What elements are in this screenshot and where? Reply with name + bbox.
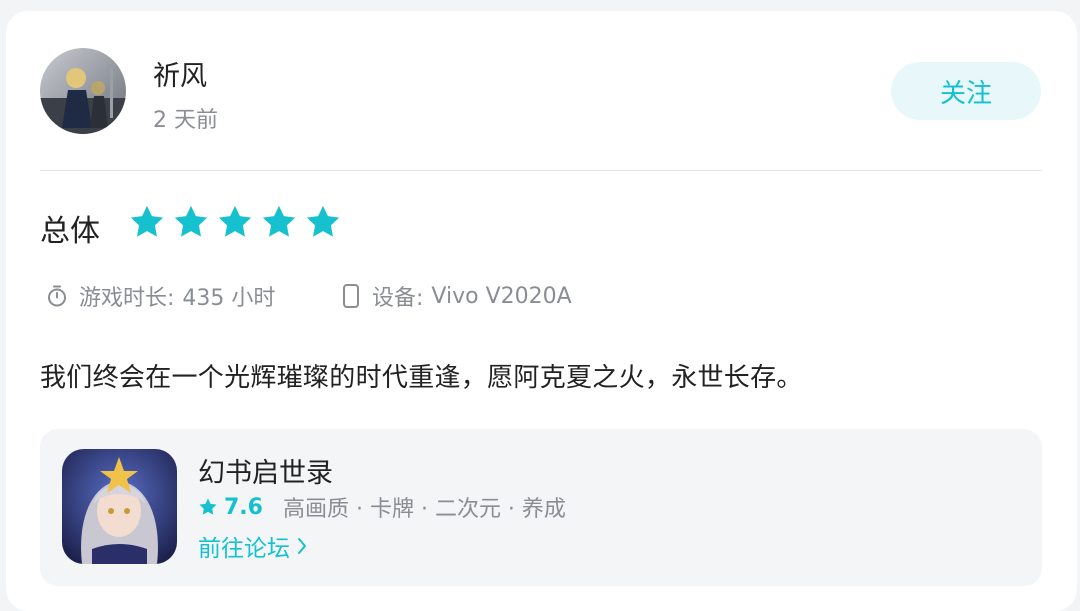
chevron-right-icon — [298, 538, 306, 554]
star-icon — [262, 205, 296, 237]
game-title[interactable]: 幻书启世录 — [198, 451, 333, 490]
overall-rating-label: 总体 — [40, 214, 100, 249]
star-icon — [174, 205, 208, 237]
playtime-label: 游戏时长: — [79, 286, 175, 311]
star-icon — [306, 205, 340, 237]
playtime-info: 游戏时长: 435 小时 — [45, 280, 275, 312]
user-avatar[interactable] — [40, 48, 126, 134]
game-score: 7.6 — [224, 494, 263, 520]
star-rating — [128, 203, 342, 241]
username[interactable]: 祈风 — [153, 54, 207, 93]
game-card[interactable]: 幻书启世录 7.6 高画质 · 卡牌 · 二次元 · 养成 前往论坛 — [40, 429, 1042, 586]
playtime-value: 435 小时 — [182, 286, 276, 311]
star-icon — [218, 205, 252, 237]
device-value: Vivo V2020A — [431, 283, 572, 309]
forum-link[interactable]: 前往论坛 — [198, 529, 308, 563]
divider — [40, 170, 1042, 171]
game-tags: 高画质 · 卡牌 · 二次元 · 养成 — [282, 497, 566, 522]
follow-button[interactable]: 关注 — [891, 62, 1041, 120]
review-text: 我们终会在一个光辉璀璨的时代重逢，愿阿克夏之火，永世长存。 — [40, 363, 803, 393]
device-label: 设备: — [372, 286, 424, 311]
device-info: 设备: Vivo V2020A — [340, 280, 572, 312]
phone-icon — [343, 284, 359, 308]
stopwatch-icon — [48, 285, 66, 307]
star-icon — [130, 205, 164, 237]
post-time: 2 天前 — [153, 108, 218, 133]
game-icon[interactable] — [62, 449, 177, 564]
forum-link-label: 前往论坛 — [198, 536, 290, 562]
star-icon — [199, 498, 217, 515]
game-info: 7.6 高画质 · 卡牌 · 二次元 · 养成 — [198, 491, 566, 523]
